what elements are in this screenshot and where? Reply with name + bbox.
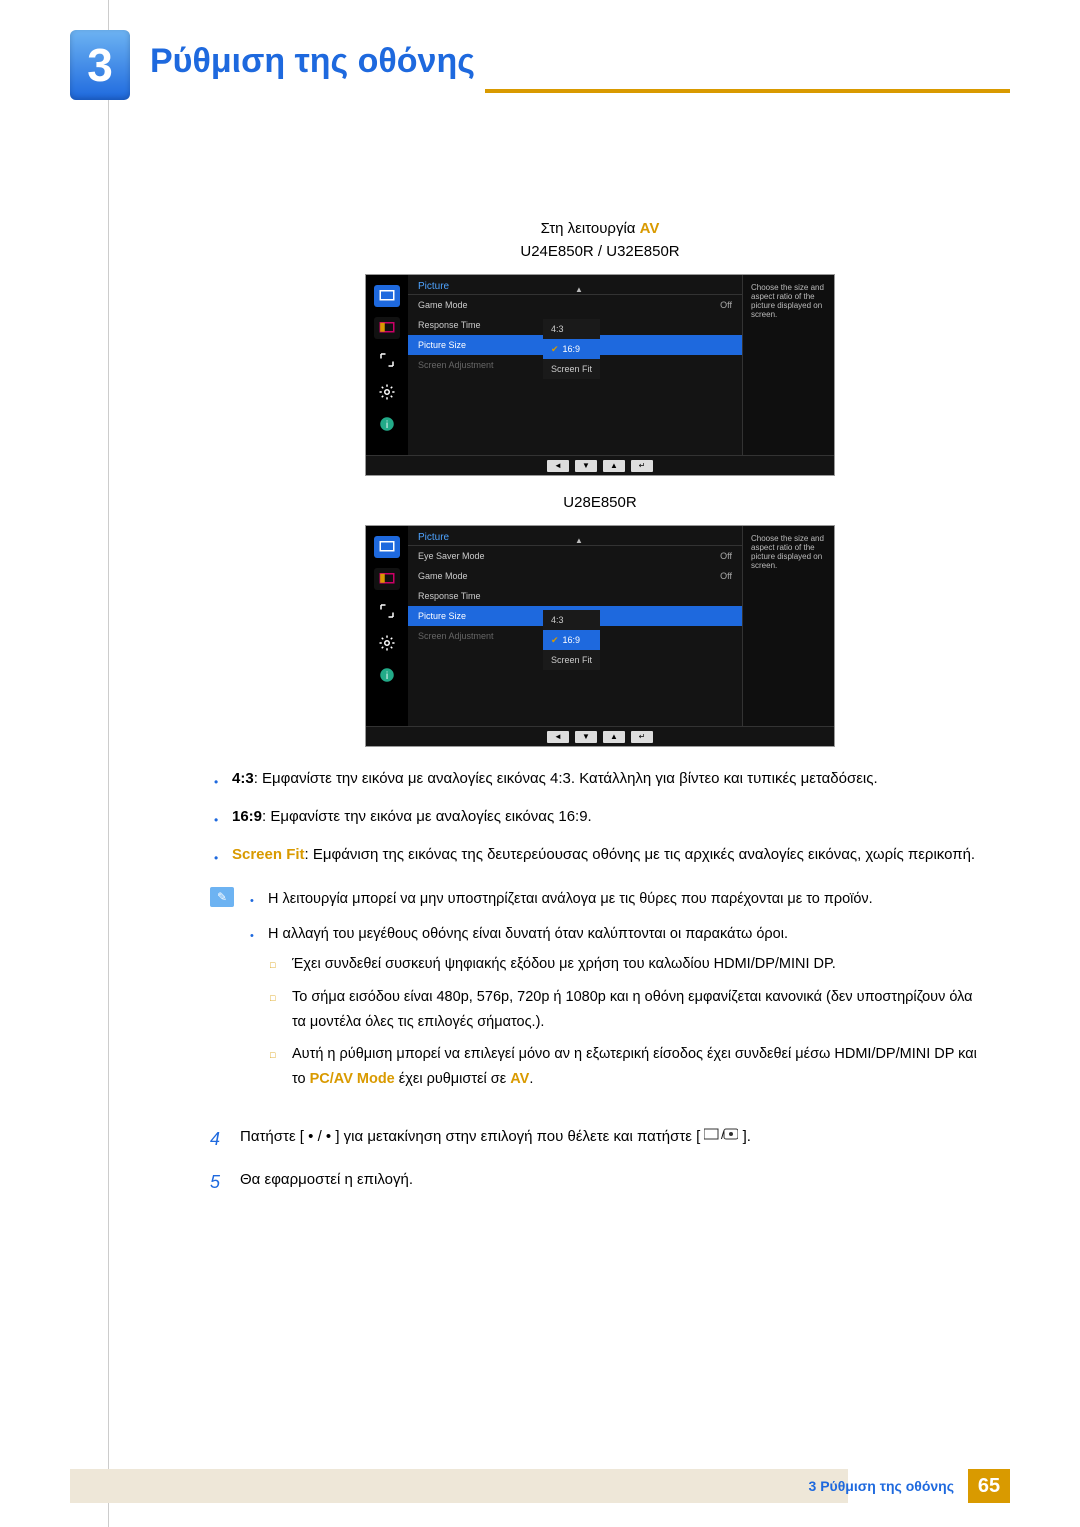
nav-down-icon: ▼ <box>575 460 597 472</box>
nav-left-icon: ◄ <box>547 460 569 472</box>
chapter-header: 3 Ρύθμιση της οθόνης <box>70 30 1010 100</box>
osd-screenshot-a: i Picture ▲ Game ModeOff Response Time P… <box>365 274 835 476</box>
bullet-screenfit-label: Screen Fit <box>232 846 305 863</box>
bullet-43-label: 4:3 <box>232 770 254 787</box>
sub-3: Αυτή η ρύθμιση μπορεί να επιλεγεί μόνο α… <box>268 1042 990 1091</box>
opt-169: 16:9 <box>563 635 581 645</box>
model-line-a: U24E850R / U32E850R <box>210 243 990 260</box>
opt-fit: Screen Fit <box>551 655 592 665</box>
step-4: 4 Πατήστε [ • / • ] για μετακίνηση στην … <box>210 1125 990 1154</box>
step-4-number: 4 <box>210 1125 226 1154</box>
row-game-mode-value: Off <box>720 300 732 310</box>
color-tab-icon <box>374 568 400 590</box>
model-line-b: U28E850R <box>210 494 990 511</box>
note-1: Η λειτουργία μπορεί να μην υποστηρίζεται… <box>248 887 990 912</box>
info-tab-icon: i <box>374 664 400 686</box>
info-tab-icon: i <box>374 413 400 435</box>
row-game-mode: Game Mode <box>418 571 468 581</box>
color-tab-icon <box>374 317 400 339</box>
title-underline <box>485 89 1010 93</box>
row-eye-saver-value: Off <box>720 551 732 561</box>
bullet-169: 16:9: Εμφανίστε την εικόνα με αναλογίες … <box>210 805 990 829</box>
svg-text:i: i <box>386 670 388 682</box>
footer-chapter-text: 3 Ρύθμιση της οθόνης <box>809 1478 954 1494</box>
sub-3c: . <box>529 1071 533 1087</box>
note-icon: ✎ <box>210 887 234 907</box>
sub-2: Το σήμα εισόδου είναι 480p, 576p, 720p ή… <box>268 985 990 1034</box>
bullet-43: 4:3: Εμφανίστε την εικόνα με αναλογίες ε… <box>210 767 990 791</box>
left-margin-rule <box>108 0 109 1527</box>
bullet-43-text: : Εμφανίστε την εικόνα με αναλογίες εικό… <box>254 770 878 787</box>
opt-fit: Screen Fit <box>551 364 592 374</box>
row-screen-adjustment: Screen Adjustment <box>418 360 494 370</box>
bullet-169-label: 16:9 <box>232 808 262 825</box>
pcav-mode-label: PC/AV Mode <box>310 1071 395 1087</box>
mode-intro-prefix: Στη λειτουργία <box>541 220 640 237</box>
row-eye-saver: Eye Saver Mode <box>418 551 485 561</box>
step-4-text-b: ]. <box>743 1128 751 1145</box>
nav-up-icon: ▲ <box>603 460 625 472</box>
aspect-ratio-list: 4:3: Εμφανίστε την εικόνα με αναλογίες ε… <box>210 767 990 867</box>
bullet-screenfit: Screen Fit: Εμφάνιση της εικόνας της δευ… <box>210 843 990 867</box>
chapter-title: Ρύθμιση της οθόνης <box>150 42 475 81</box>
step-5-text: Θα εφαρμοστεί η επιλογή. <box>240 1168 413 1197</box>
sub-1: Έχει συνδεθεί συσκευή ψηφιακής εξόδου με… <box>268 952 990 977</box>
nav-enter-icon: ↵ <box>631 460 653 472</box>
step-5: 5 Θα εφαρμοστεί η επιλογή. <box>210 1168 990 1197</box>
opt-169: 16:9 <box>563 344 581 354</box>
note-2-text: Η αλλαγή του μεγέθους οθόνης είναι δυνατ… <box>268 926 788 942</box>
mode-intro: Στη λειτουργία AV <box>210 220 990 237</box>
row-response-time: Response Time <box>418 591 481 601</box>
scroll-up-icon: ▲ <box>575 285 583 294</box>
check-icon: ✔ <box>551 635 559 646</box>
bullet-screenfit-text: : Εμφάνιση της εικόνας της δευτερεύουσας… <box>305 846 976 863</box>
nav-down-icon: ▼ <box>575 731 597 743</box>
row-response-time: Response Time <box>418 320 481 330</box>
settings-tab-icon <box>374 632 400 654</box>
footer-bar <box>70 1469 848 1503</box>
note-2: Η αλλαγή του μεγέθους οθόνης είναι δυνατ… <box>248 922 990 1092</box>
step-5-number: 5 <box>210 1168 226 1197</box>
step-4-text-a: Πατήστε [ • / • ] για μετακίνηση στην επ… <box>240 1128 700 1145</box>
row-game-mode-value: Off <box>720 571 732 581</box>
page-number: 65 <box>968 1469 1010 1503</box>
nav-enter-icon: ↵ <box>631 731 653 743</box>
opt-43: 4:3 <box>551 324 564 334</box>
nav-up-icon: ▲ <box>603 731 625 743</box>
row-game-mode: Game Mode <box>418 300 468 310</box>
sub-3b: έχει ρυθμιστεί σε <box>395 1071 510 1087</box>
row-picture-size: Picture Size <box>418 611 466 621</box>
opt-43: 4:3 <box>551 615 564 625</box>
osd-screenshot-b: i Picture ▲ Eye Saver ModeOff Game ModeO… <box>365 525 835 747</box>
nav-left-icon: ◄ <box>547 731 569 743</box>
picture-tab-icon <box>374 536 400 558</box>
mode-name: AV <box>640 220 660 237</box>
page-footer: 3 Ρύθμιση της οθόνης 65 <box>809 1469 1010 1503</box>
osd-description: Choose the size and aspect ratio of the … <box>742 275 834 455</box>
settings-tab-icon <box>374 381 400 403</box>
scroll-up-icon: ▲ <box>575 536 583 545</box>
row-picture-size: Picture Size <box>418 340 466 350</box>
osd-description: Choose the size and aspect ratio of the … <box>742 526 834 726</box>
resize-tab-icon <box>374 600 400 622</box>
resize-tab-icon <box>374 349 400 371</box>
bullet-169-text: : Εμφανίστε την εικόνα με αναλογίες εικό… <box>262 808 592 825</box>
svg-text:i: i <box>386 419 388 431</box>
chapter-number-badge: 3 <box>70 30 130 100</box>
av-label: AV <box>510 1071 529 1087</box>
row-screen-adjustment: Screen Adjustment <box>418 631 494 641</box>
press-button-icon: / <box>704 1126 738 1150</box>
picture-tab-icon <box>374 285 400 307</box>
note-block: ✎ Η λειτουργία μπορεί να μην υποστηρίζετ… <box>210 887 990 1101</box>
check-icon: ✔ <box>551 344 559 355</box>
